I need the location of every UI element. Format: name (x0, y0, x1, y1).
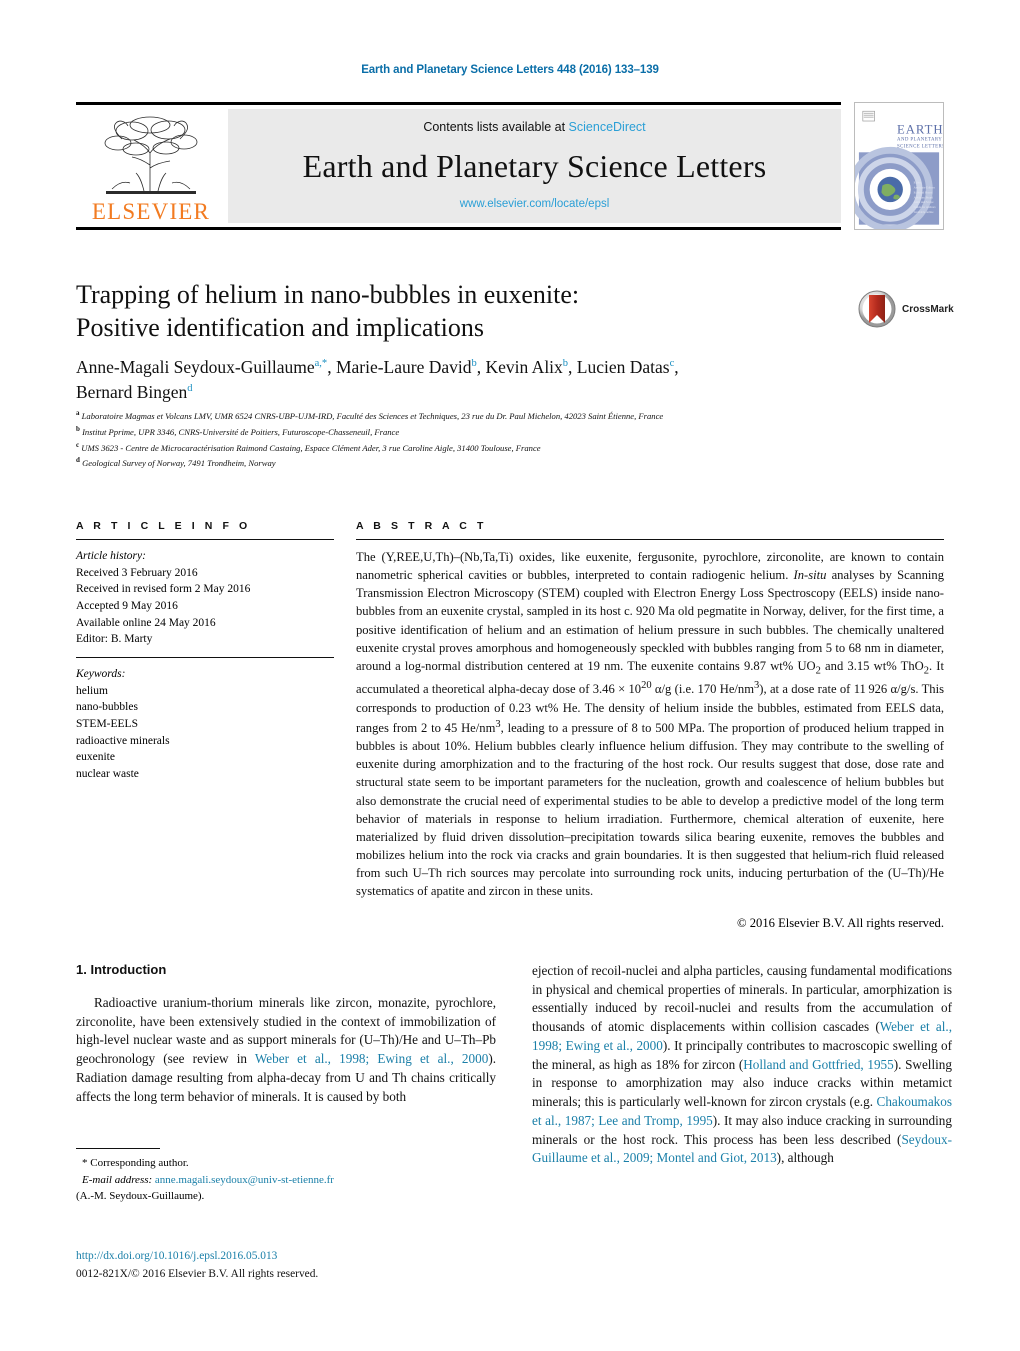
author-list: Anne-Magali Seydoux-Guillaumea,*, Marie-… (76, 357, 679, 403)
affiliation-text: Geological Survey of Norway, 7491 Trondh… (82, 458, 276, 469)
article-info-heading: A R T I C L E I N F O (76, 520, 251, 532)
keyword-item: radioactive minerals (76, 734, 170, 747)
elsevier-logo: ELSEVIER (76, 109, 226, 223)
doi-link[interactable]: http://dx.doi.org/10.1016/j.epsl.2016.05… (76, 1248, 576, 1266)
abstract-text: The (Y,REE,U,Th)–(Nb,Ta,Ti) oxides, like… (356, 550, 944, 899)
keyword-item: nuclear waste (76, 768, 139, 781)
affiliation-marker: d (76, 456, 80, 465)
keyword-item: helium (76, 684, 108, 697)
svg-text:Editor: Editor (914, 181, 922, 185)
masthead-center-panel: Contents lists available at ScienceDirec… (228, 109, 841, 223)
masthead-rule-bottom (76, 227, 841, 230)
email-line: E-mail address: anne.magali.seydoux@univ… (76, 1172, 496, 1189)
history-item: Accepted 9 May 2016 (76, 600, 178, 613)
abstract-column: A B S T R A C T The (Y,REE,U,Th)–(Nb,Ta,… (356, 520, 944, 931)
svg-text:SCIENCE LETTERS: SCIENCE LETTERS (897, 144, 943, 149)
affiliation-item: d Geological Survey of Norway, 7491 Tron… (76, 455, 956, 471)
svg-text:EARTH: EARTH (897, 123, 943, 137)
crossmark-label: CrossMark (902, 303, 954, 315)
elsevier-tree-icon (104, 116, 198, 194)
journal-cover-art: EARTH AND PLANETARY SCIENCE LETTERS Edit… (855, 103, 943, 229)
section-heading-introduction: 1. Introduction (76, 962, 167, 977)
email-label: E-mail address: (82, 1173, 153, 1186)
corresponding-marker: * (82, 1157, 88, 1170)
article-history-list: Received 3 February 2016 Received in rev… (76, 565, 334, 648)
history-item: Available online 24 May 2016 (76, 616, 216, 629)
crossmark-icon (858, 290, 896, 328)
issn-copyright-line: 0012-821X/© 2016 Elsevier B.V. All right… (76, 1267, 319, 1280)
affiliation-list: a Laboratoire Magmas et Volcans LMV, UMR… (76, 408, 956, 471)
history-item: Received 3 February 2016 (76, 566, 198, 579)
email-owner: (A.-M. Seydoux-Guillaume). (76, 1190, 205, 1203)
masthead-rule-top (76, 102, 841, 105)
corresponding-author-footnote: * Corresponding author. E-mail address: … (76, 1148, 496, 1205)
corresponding-author-line: * Corresponding author. (76, 1155, 496, 1172)
intro-paragraph-left: Radioactive uranium-thorium minerals lik… (76, 995, 497, 1104)
svg-text:Aims and Scope: Aims and Scope (914, 200, 934, 204)
elsevier-wordmark: ELSEVIER (91, 199, 211, 224)
article-info-divider (76, 539, 334, 540)
svg-text:Available online: Available online (914, 210, 934, 214)
svg-text:Advisory Board: Advisory Board (914, 195, 934, 199)
abstract-copyright: © 2016 Elsevier B.V. All rights reserved… (737, 916, 944, 931)
keywords-divider (76, 657, 334, 659)
contents-prefix: Contents lists available at (423, 120, 569, 134)
abstract-divider (356, 539, 944, 540)
affiliation-text: Laboratoire Magmas et Volcans LMV, UMR 6… (81, 410, 664, 421)
title-line-2: Positive identification and implications (76, 313, 484, 343)
intro-paragraph-right: ejection of recoil-nuclei and alpha part… (532, 963, 953, 1166)
affiliation-marker: b (76, 424, 80, 433)
history-item: Editor: B. Marty (76, 633, 153, 646)
running-head: Earth and Planetary Science Letters 448 … (361, 64, 659, 76)
journal-homepage-link[interactable]: www.elsevier.com/locate/epsl (460, 198, 610, 210)
corresponding-label: Corresponding author. (90, 1157, 189, 1170)
keywords-list: helium nano-bubbles STEM-EELS radioactiv… (76, 683, 334, 783)
affiliation-item: a Laboratoire Magmas et Volcans LMV, UMR… (76, 408, 956, 424)
history-item: Received in revised form 2 May 2016 (76, 583, 251, 596)
journal-cover-thumbnail: EARTH AND PLANETARY SCIENCE LETTERS Edit… (854, 102, 944, 230)
title-line-1: Trapping of helium in nano-bubbles in eu… (76, 280, 580, 309)
page-title: Trapping of helium in nano-bubbles in eu… (76, 278, 836, 344)
body-right-column: ejection of recoil-nuclei and alpha part… (532, 962, 952, 1168)
svg-text:Editorial Board: Editorial Board (914, 190, 933, 194)
doi-block: http://dx.doi.org/10.1016/j.epsl.2016.05… (76, 1248, 576, 1283)
svg-text:Guide for Authors: Guide for Authors (914, 205, 937, 209)
keyword-item: euxenite (76, 751, 115, 764)
svg-text:Associate Editors: Associate Editors (914, 185, 936, 189)
journal-title: Earth and Planetary Science Letters (302, 147, 767, 184)
affiliation-item: b Institut Pprime, UPR 3346, CNRS-Univer… (76, 424, 956, 440)
affiliation-text: UMS 3623 - Centre de Microcaractérisatio… (81, 442, 541, 453)
affiliation-item: c UMS 3623 - Centre de Microcaractérisat… (76, 440, 956, 456)
crossmark-badge[interactable]: CrossMark (858, 288, 958, 330)
affiliation-marker: a (76, 409, 80, 417)
contents-available-line: Contents lists available at ScienceDirec… (423, 120, 645, 134)
keyword-item: STEM-EELS (76, 718, 138, 731)
sciencedirect-link[interactable]: ScienceDirect (569, 120, 646, 134)
footnote-rule (76, 1148, 160, 1150)
svg-text:AND PLANETARY: AND PLANETARY (897, 138, 942, 143)
affiliation-text: Institut Pprime, UPR 3346, CNRS-Universi… (82, 426, 400, 437)
body-left-column: 1. Introduction Radioactive uranium-thor… (76, 962, 496, 1106)
abstract-heading: A B S T R A C T (356, 520, 487, 532)
keyword-item: nano-bubbles (76, 701, 138, 714)
affiliation-marker: c (76, 440, 80, 449)
journal-masthead: ELSEVIER Contents lists available at Sci… (76, 102, 944, 230)
journal-article-page: Earth and Planetary Science Letters 448 … (0, 0, 1020, 1351)
email-link[interactable]: anne.magali.seydoux@univ-st-etienne.fr (155, 1174, 334, 1186)
article-info-column: A R T I C L E I N F O Article history: R… (76, 520, 334, 783)
article-history-label: Article history: (76, 550, 146, 562)
keywords-label: Keywords: (76, 668, 126, 681)
